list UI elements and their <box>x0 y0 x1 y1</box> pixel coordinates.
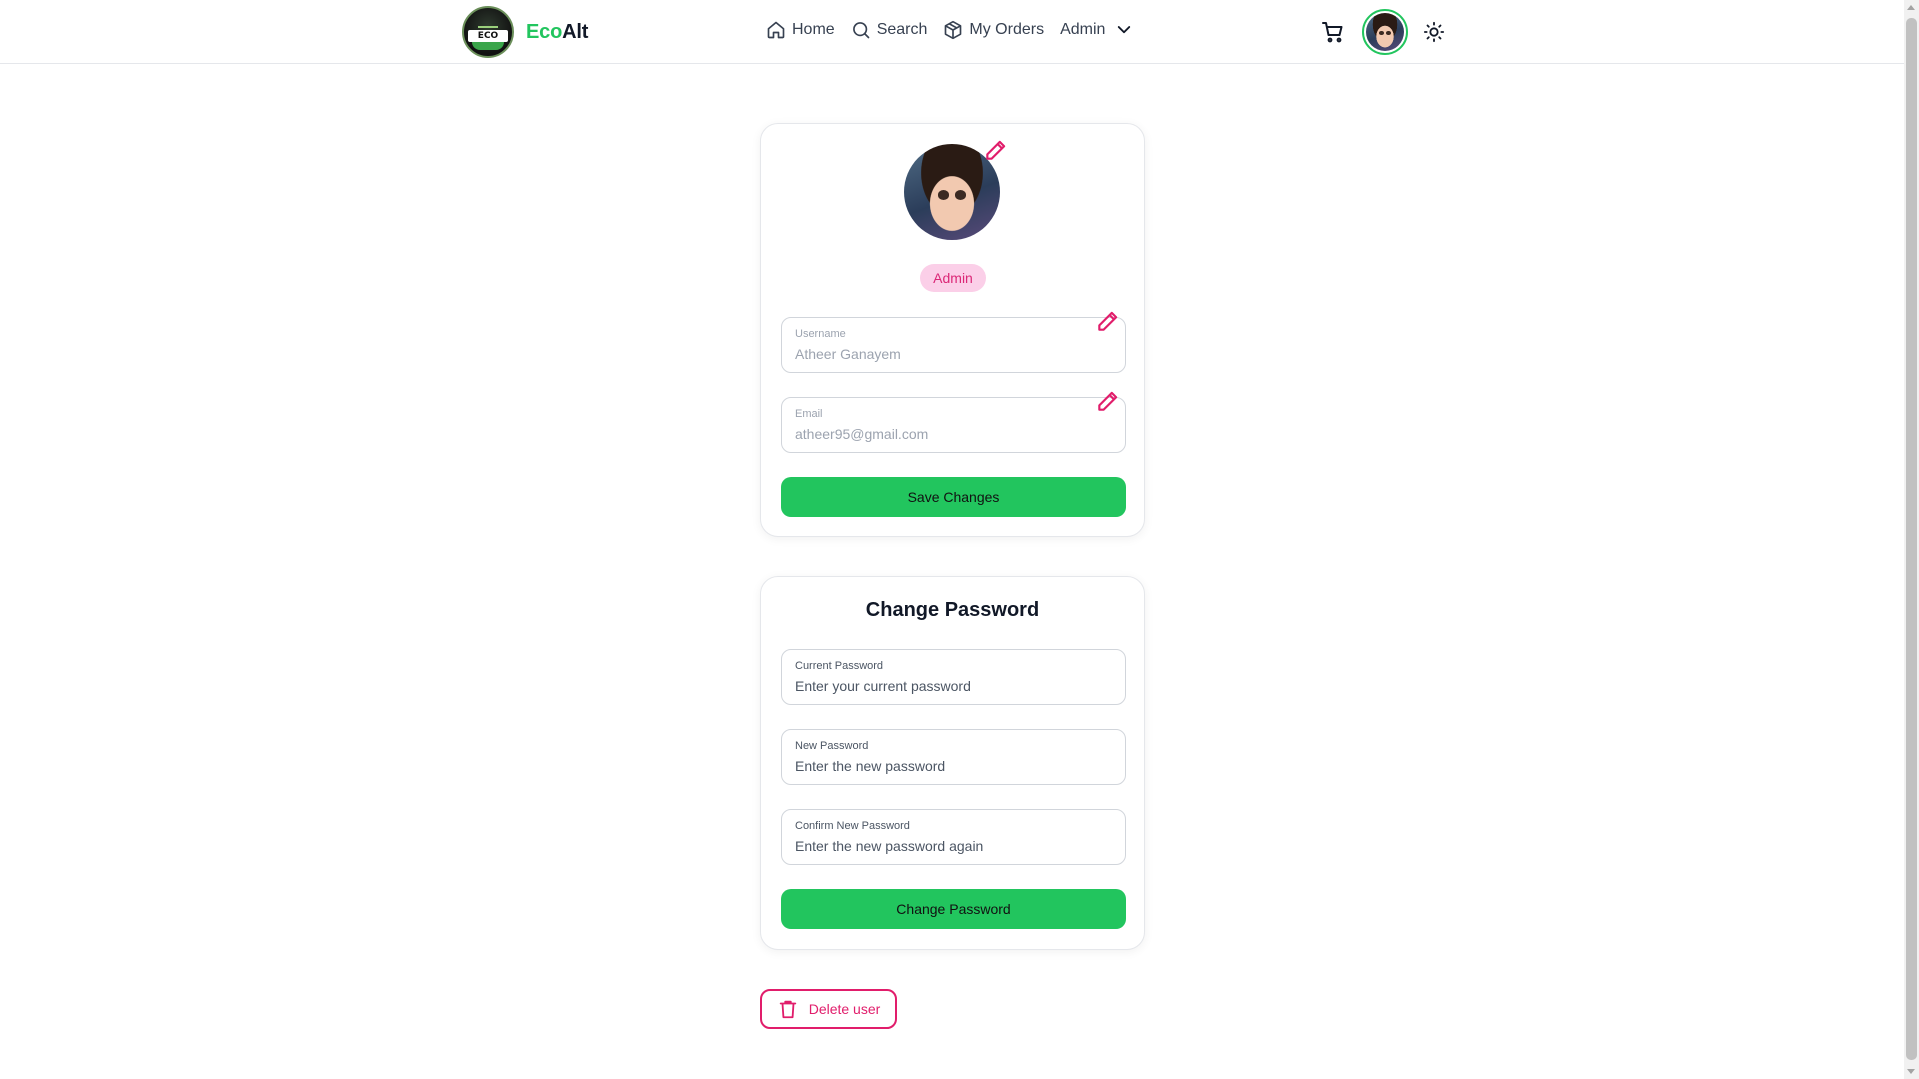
confirm-password-label: Confirm New Password <box>795 820 910 832</box>
edit-username-button[interactable] <box>1095 308 1121 339</box>
new-password-placeholder: Enter the new password <box>795 758 946 774</box>
nav-admin-label: Admin <box>1060 21 1106 38</box>
home-icon <box>767 21 785 39</box>
nav-my-orders[interactable]: My Orders <box>943 20 1044 40</box>
scrollbar-thumb[interactable] <box>1906 18 1917 1060</box>
email-label: Email <box>795 408 823 420</box>
avatar <box>1366 13 1404 51</box>
username-value: Atheer Ganayem <box>795 346 901 362</box>
current-password-placeholder: Enter your current password <box>795 678 971 694</box>
main-nav: Home Search My Orders Admin <box>766 20 1133 40</box>
header-actions <box>1318 9 1448 55</box>
nav-home[interactable]: Home <box>766 20 835 40</box>
delete-user-button[interactable]: Delete user <box>760 989 897 1029</box>
change-password-card: Change Password Current Password Enter y… <box>760 576 1145 950</box>
email-value: atheer95@gmail.com <box>795 426 929 442</box>
edit-email-button[interactable] <box>1095 388 1121 419</box>
nav-search-label: Search <box>876 21 928 38</box>
pencil-icon <box>1098 391 1118 411</box>
cart-icon <box>1322 22 1343 43</box>
delete-user-label: Delete user <box>808 1001 881 1017</box>
page-scrollbar[interactable] <box>1904 0 1919 1079</box>
change-password-title: Change Password <box>865 599 1040 621</box>
pencil-icon <box>986 140 1006 160</box>
top-navbar: ECO ALT EcoAlt Home Search My Orders Adm… <box>0 0 1904 64</box>
scroll-down-icon[interactable] <box>1907 1069 1915 1074</box>
pencil-icon <box>1098 311 1118 331</box>
brand-name: EcoAlt <box>526 20 589 43</box>
change-password-button[interactable]: Change Password <box>781 889 1126 929</box>
role-badge: Admin <box>920 264 986 292</box>
save-changes-button[interactable]: Save Changes <box>781 477 1126 517</box>
logo-icon: ECO ALT <box>462 6 514 58</box>
theme-toggle-button[interactable] <box>1420 18 1448 46</box>
package-icon <box>945 20 962 40</box>
nav-admin-dropdown[interactable]: Admin <box>1060 21 1133 39</box>
scroll-up-icon[interactable] <box>1907 5 1915 10</box>
username-field[interactable]: Username Atheer Ganayem <box>781 311 1126 373</box>
email-field[interactable]: Email atheer95@gmail.com <box>781 391 1126 453</box>
username-label: Username <box>795 328 846 340</box>
sun-icon <box>1423 21 1445 43</box>
cart-button[interactable] <box>1318 17 1348 47</box>
new-password-label: New Password <box>795 740 869 752</box>
confirm-password-field[interactable]: Confirm New Password Enter the new passw… <box>781 809 1126 865</box>
search-icon <box>852 22 870 39</box>
trash-icon <box>779 1000 796 1019</box>
current-password-label: Current Password <box>795 660 884 672</box>
profile-card: Admin Username Atheer Ganayem Email athe… <box>760 123 1145 537</box>
chevron-down-icon <box>1118 26 1131 34</box>
nav-search[interactable]: Search <box>851 20 928 40</box>
new-password-field[interactable]: New Password Enter the new password <box>781 729 1126 785</box>
nav-home-label: Home <box>792 21 835 38</box>
user-avatar-button[interactable] <box>1362 9 1408 55</box>
edit-avatar-button[interactable] <box>983 137 1009 168</box>
nav-my-orders-label: My Orders <box>969 21 1045 38</box>
current-password-field[interactable]: Current Password Enter your current pass… <box>781 649 1126 705</box>
confirm-password-placeholder: Enter the new password again <box>795 838 984 854</box>
brand-logo-link[interactable]: ECO ALT EcoAlt <box>462 6 588 58</box>
